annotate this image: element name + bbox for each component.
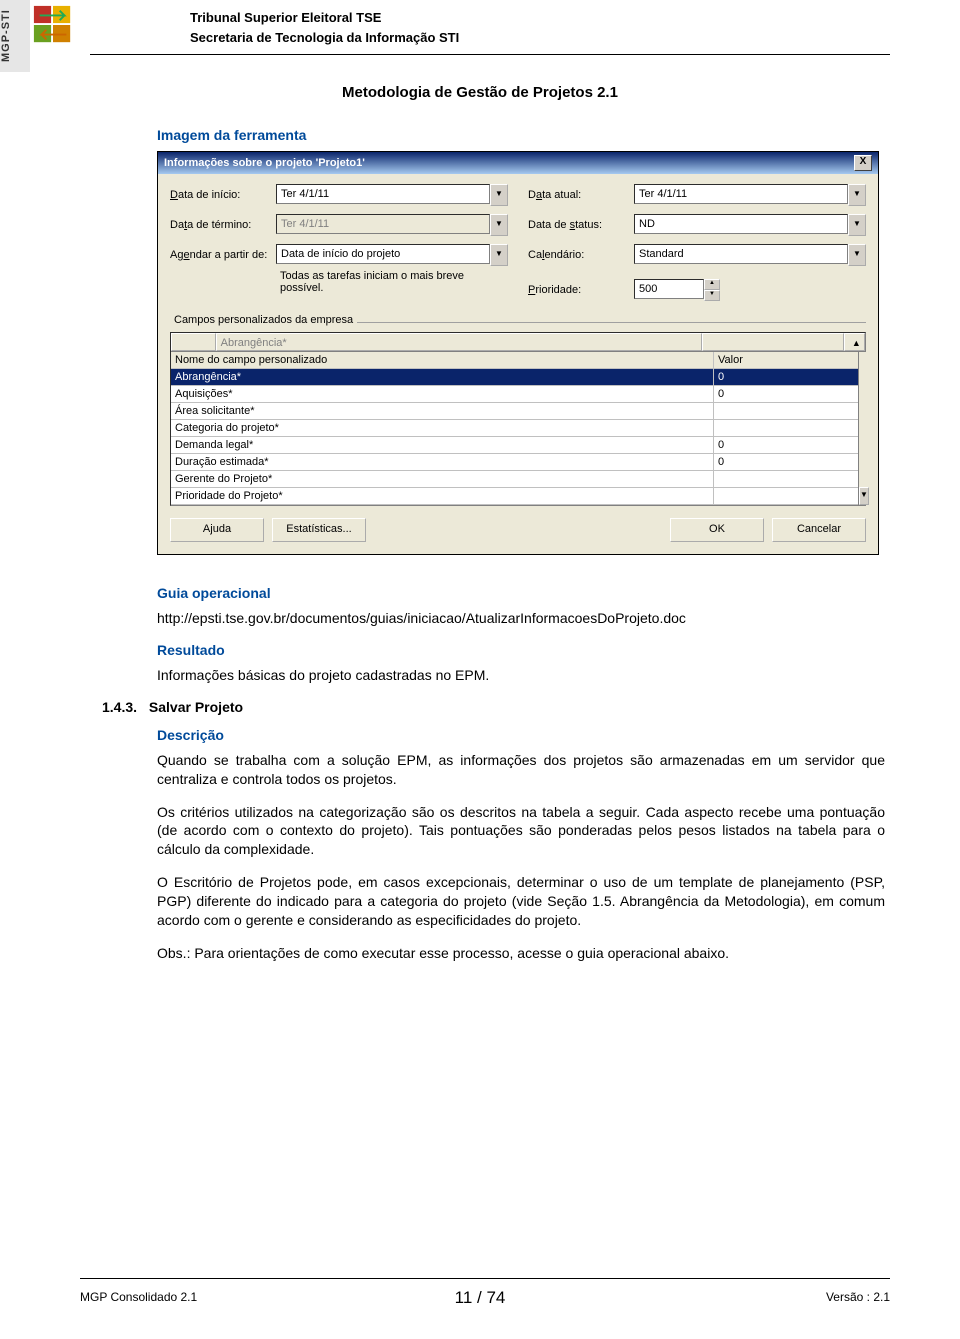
input-data-inicio[interactable]: Ter 4/1/11	[276, 184, 490, 204]
input-data-termino: Ter 4/1/11	[276, 214, 490, 234]
input-agendar[interactable]: Data de início do projeto	[276, 244, 490, 264]
col-header-value: Valor	[714, 352, 858, 368]
section-descricao: Descrição	[157, 727, 885, 743]
footer-rule	[80, 1278, 890, 1279]
grid-top-label: Abrangência*	[216, 333, 703, 351]
section-resultado: Resultado	[157, 642, 885, 658]
resultado-text: Informações básicas do projeto cadastrad…	[157, 666, 885, 685]
input-calendario[interactable]: Standard	[634, 244, 848, 264]
grid-cell-name[interactable]: Aquisições*	[171, 386, 714, 402]
grid-cell-name[interactable]: Gerente do Projeto*	[171, 471, 714, 487]
footer-page: 11 / 74	[0, 1288, 960, 1308]
section-title: Salvar Projeto	[149, 699, 243, 715]
header-rule	[90, 54, 890, 55]
logo	[32, 4, 74, 46]
custom-fields-grid[interactable]: Abrangência* ▲ Nome do campo personaliza…	[170, 332, 866, 506]
dialog-title: Informações sobre o projeto 'Projeto1'	[164, 157, 365, 169]
paragraph: Quando se trabalha com a solução EPM, as…	[157, 751, 885, 789]
paragraph: O Escritório de Projetos pode, em casos …	[157, 873, 885, 930]
statistics-button[interactable]: Estatísticas...	[272, 518, 366, 542]
spinner-down-icon[interactable]: ▼	[704, 290, 720, 301]
chevron-down-icon[interactable]: ▼	[490, 184, 508, 206]
grid-cell-name[interactable]: Duração estimada*	[171, 454, 714, 470]
chevron-down-icon[interactable]: ▼	[848, 184, 866, 206]
col-header-name: Nome do campo personalizado	[171, 352, 714, 368]
input-data-status[interactable]: ND	[634, 214, 848, 234]
label-data-termino: Data de término:	[170, 219, 270, 231]
schedule-note: Todas as tarefas iniciam o mais breve po…	[280, 270, 508, 294]
document-title: Metodologia de Gestão de Projetos 2.1	[0, 84, 960, 101]
spinner-up-icon[interactable]: ▲	[704, 279, 720, 290]
close-icon[interactable]: X	[854, 155, 872, 171]
chevron-down-icon[interactable]: ▼	[490, 214, 508, 236]
chevron-down-icon[interactable]: ▼	[490, 244, 508, 266]
grid-cell-name[interactable]: Área solicitante*	[171, 403, 714, 419]
grid-head-blank	[702, 333, 843, 351]
paragraph: Os critérios utilizados na categorização…	[157, 803, 885, 860]
header-org: Tribunal Superior Eleitoral TSE	[190, 10, 381, 25]
section-imagem: Imagem da ferramenta	[157, 127, 885, 143]
grid-corner	[171, 333, 216, 351]
grid-cell-name[interactable]: Demanda legal*	[171, 437, 714, 453]
help-button[interactable]: Ajuda	[170, 518, 264, 542]
label-data-status: Data de status:	[528, 219, 628, 231]
fieldset-label: Campos personalizados da empresa	[170, 314, 357, 326]
scroll-down-icon[interactable]: ▼	[859, 487, 869, 505]
project-info-dialog: Informações sobre o projeto 'Projeto1' X…	[157, 151, 879, 555]
label-data-atual: Data atual:	[528, 189, 628, 201]
ok-button[interactable]: OK	[670, 518, 764, 542]
cancel-button[interactable]: Cancelar	[772, 518, 866, 542]
chevron-down-icon[interactable]: ▼	[848, 244, 866, 266]
grid-cell-value[interactable]	[714, 471, 858, 487]
label-agendar: Agendar a partir de:	[170, 249, 270, 261]
grid-cell-name[interactable]: Abrangência*	[171, 369, 714, 385]
section-number: 1.4.3.	[102, 699, 137, 715]
sidebar-label: MGP-STI	[0, 0, 30, 72]
label-prioridade: Prioridade:	[528, 284, 628, 296]
input-data-atual[interactable]: Ter 4/1/11	[634, 184, 848, 204]
footer-version: Versão : 2.1	[826, 1290, 890, 1304]
grid-cell-value[interactable]: 0	[714, 437, 858, 453]
input-prioridade[interactable]: 500	[634, 279, 704, 299]
grid-cell-value[interactable]	[714, 488, 858, 504]
grid-cell-value[interactable]	[714, 403, 858, 419]
section-guia: Guia operacional	[157, 585, 885, 601]
label-calendario: Calendário:	[528, 249, 628, 261]
guide-link[interactable]: http://epsti.tse.gov.br/documentos/guias…	[157, 610, 686, 626]
grid-cell-value[interactable]: 0	[714, 369, 858, 385]
paragraph: Obs.: Para orientações de como executar …	[157, 944, 885, 963]
chevron-down-icon[interactable]: ▼	[848, 214, 866, 236]
grid-cell-name[interactable]: Prioridade do Projeto*	[171, 488, 714, 504]
grid-cell-value[interactable]: 0	[714, 454, 858, 470]
label-data-inicio: DData de início:ata de início:	[170, 189, 270, 201]
grid-cell-value[interactable]	[714, 420, 858, 436]
grid-cell-value[interactable]: 0	[714, 386, 858, 402]
scroll-up-icon[interactable]: ▲	[844, 333, 865, 351]
grid-cell-name[interactable]: Categoria do projeto*	[171, 420, 714, 436]
header-dept: Secretaria de Tecnologia da Informação S…	[190, 30, 459, 45]
